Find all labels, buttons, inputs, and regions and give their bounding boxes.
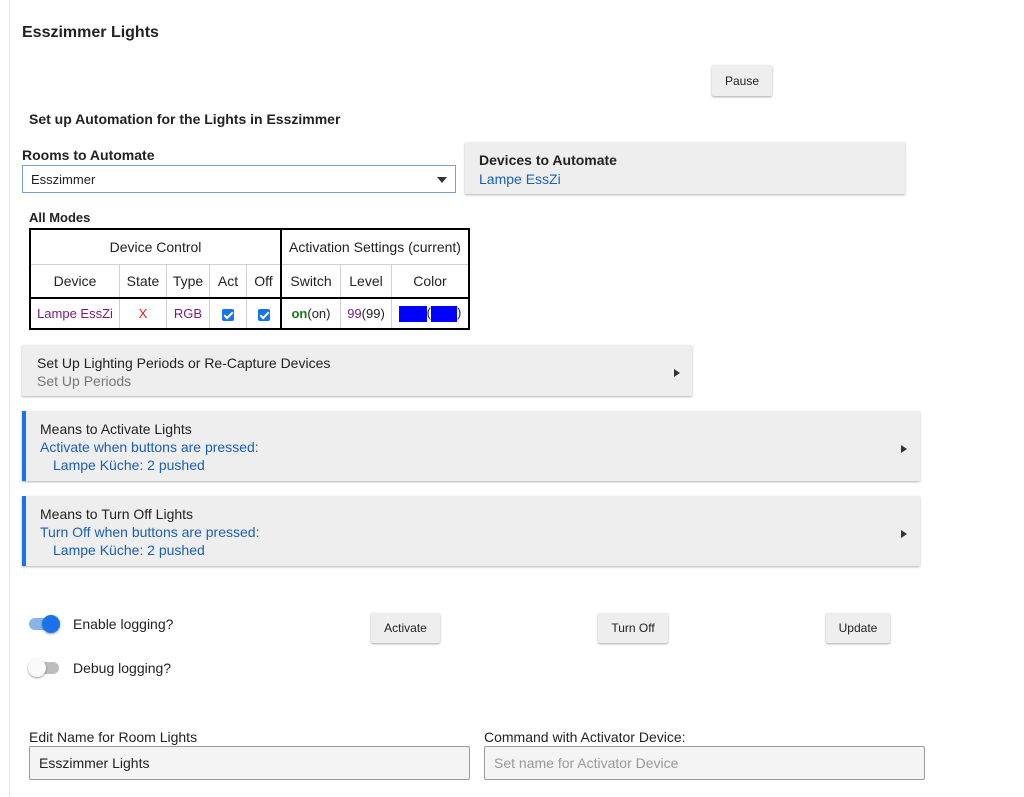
toggle-knob bbox=[28, 659, 46, 677]
col-off: Off bbox=[246, 263, 282, 299]
left-border bbox=[9, 0, 10, 797]
col-level: Level bbox=[340, 263, 392, 299]
row-state[interactable]: X bbox=[119, 297, 167, 330]
activate-title: Means to Activate Lights bbox=[40, 421, 192, 437]
switch-current: (on) bbox=[307, 306, 331, 321]
name-input-value: Esszimmer Lights bbox=[39, 755, 150, 771]
activate-section[interactable]: Means to Activate Lights Activate when b… bbox=[22, 411, 920, 481]
chevron-down-icon bbox=[437, 177, 447, 183]
switch-value: on bbox=[291, 306, 308, 321]
turnoff-line1: Turn Off when buttons are pressed: bbox=[40, 524, 260, 540]
col-state: State bbox=[119, 263, 167, 299]
modes-table: Device Control Activation Settings (curr… bbox=[29, 228, 470, 330]
activate-button[interactable]: Activate bbox=[371, 613, 440, 643]
turnoff-line2: Lampe Küche: 2 pushed bbox=[53, 542, 205, 558]
activate-line2: Lampe Küche: 2 pushed bbox=[53, 457, 205, 473]
pause-button[interactable]: Pause bbox=[712, 65, 772, 96]
toggle-knob bbox=[42, 615, 60, 633]
act-checkbox[interactable] bbox=[222, 308, 234, 321]
color-paren-close: ) bbox=[457, 305, 462, 321]
periods-title: Set Up Lighting Periods or Re-Capture De… bbox=[37, 355, 331, 371]
group-device-control: Device Control bbox=[29, 228, 282, 265]
command-input[interactable]: Set name for Activator Device bbox=[484, 746, 925, 780]
row-device[interactable]: Lampe EssZi bbox=[29, 297, 120, 330]
rooms-label: Rooms to Automate bbox=[22, 147, 155, 163]
rooms-select[interactable]: Esszimmer bbox=[22, 165, 456, 193]
rooms-select-value: Esszimmer bbox=[31, 171, 96, 187]
group-activation-settings: Activation Settings (current) bbox=[280, 228, 470, 265]
row-level[interactable]: 99(99) bbox=[340, 297, 392, 330]
command-field-label: Command with Activator Device: bbox=[484, 729, 686, 745]
col-type: Type bbox=[166, 263, 210, 299]
enable-logging-label: Enable logging? bbox=[73, 616, 174, 632]
level-current: (99) bbox=[361, 306, 385, 321]
periods-subtitle: Set Up Periods bbox=[37, 373, 132, 389]
level-value: 99 bbox=[347, 306, 362, 321]
debug-logging-label: Debug logging? bbox=[73, 660, 172, 676]
row-switch[interactable]: on(on) bbox=[280, 297, 341, 330]
row-off[interactable] bbox=[246, 297, 282, 330]
color-swatch[interactable] bbox=[398, 305, 427, 322]
name-field-label: Edit Name for Room Lights bbox=[29, 729, 198, 745]
turnoff-title: Means to Turn Off Lights bbox=[40, 506, 194, 522]
off-checkbox[interactable] bbox=[257, 308, 270, 321]
command-input-placeholder: Set name for Activator Device bbox=[494, 755, 679, 771]
update-button[interactable]: Update bbox=[826, 613, 890, 643]
devices-card-title: Devices to Automate bbox=[479, 152, 617, 168]
row-act[interactable] bbox=[209, 297, 247, 330]
debug-logging-toggle[interactable] bbox=[28, 659, 59, 677]
periods-section[interactable]: Set Up Lighting Periods or Re-Capture De… bbox=[22, 345, 692, 396]
devices-card: Devices to Automate Lampe EssZi bbox=[465, 142, 905, 194]
turn-off-button[interactable]: Turn Off bbox=[598, 613, 668, 643]
page-subtitle: Set up Automation for the Lights in Essz… bbox=[29, 111, 341, 127]
col-device: Device bbox=[29, 263, 120, 299]
expand-arrow-icon bbox=[901, 530, 907, 538]
col-switch: Switch bbox=[280, 263, 341, 299]
name-input[interactable]: Esszimmer Lights bbox=[29, 746, 470, 780]
page-title: Esszimmer Lights bbox=[22, 24, 159, 41]
activate-line1: Activate when buttons are pressed: bbox=[40, 439, 259, 455]
enable-logging-toggle[interactable] bbox=[29, 615, 60, 633]
modes-label: All Modes bbox=[29, 210, 91, 225]
col-color: Color bbox=[391, 263, 470, 299]
row-color[interactable]: () bbox=[391, 297, 470, 330]
devices-card-value: Lampe EssZi bbox=[479, 171, 561, 187]
table-row: Lampe EssZi X RGB on(on) 99(99) () bbox=[29, 297, 470, 330]
row-type: RGB bbox=[166, 297, 210, 330]
expand-arrow-icon bbox=[901, 445, 907, 453]
col-act: Act bbox=[209, 263, 247, 299]
turnoff-section[interactable]: Means to Turn Off Lights Turn Off when b… bbox=[22, 496, 920, 566]
color-current-swatch bbox=[431, 305, 457, 322]
expand-arrow-icon bbox=[674, 369, 680, 377]
